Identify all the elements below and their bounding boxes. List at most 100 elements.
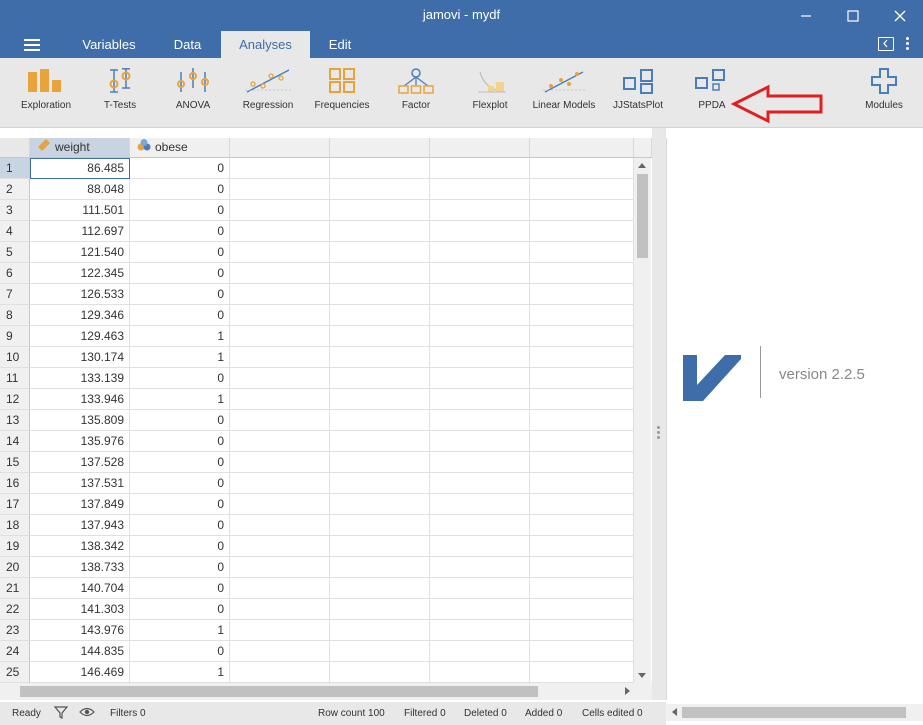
minimize-button[interactable] bbox=[783, 0, 829, 31]
cell-empty[interactable] bbox=[430, 368, 530, 389]
row-number[interactable]: 20 bbox=[0, 557, 30, 578]
row-number[interactable]: 14 bbox=[0, 431, 30, 452]
factor-button[interactable]: Factor bbox=[380, 68, 452, 124]
cell-empty[interactable] bbox=[230, 536, 330, 557]
cell-empty[interactable] bbox=[230, 620, 330, 641]
cell-obese[interactable]: 0 bbox=[130, 431, 230, 452]
linear-models-button[interactable]: Linear Models bbox=[528, 68, 600, 124]
cell-empty[interactable] bbox=[430, 473, 530, 494]
anova-button[interactable]: ANOVA bbox=[157, 68, 229, 124]
toggle-results-icon[interactable] bbox=[878, 37, 894, 51]
cell-empty[interactable] bbox=[230, 242, 330, 263]
cell-weight[interactable]: 137.531 bbox=[30, 473, 130, 494]
cell-empty[interactable] bbox=[430, 431, 530, 452]
cell-obese[interactable]: 1 bbox=[130, 620, 230, 641]
cell-empty[interactable] bbox=[330, 536, 430, 557]
cell-weight[interactable]: 122.345 bbox=[30, 263, 130, 284]
sheet-vertical-scrollbar[interactable] bbox=[634, 158, 651, 683]
cell-empty[interactable] bbox=[230, 578, 330, 599]
cell-empty[interactable] bbox=[330, 641, 430, 662]
row-number[interactable]: 12 bbox=[0, 389, 30, 410]
row-number[interactable]: 17 bbox=[0, 494, 30, 515]
cell-empty[interactable] bbox=[230, 263, 330, 284]
cell-empty[interactable] bbox=[430, 326, 530, 347]
filter-icon[interactable] bbox=[53, 705, 69, 722]
cell-weight[interactable]: 130.174 bbox=[30, 347, 130, 368]
frequencies-button[interactable]: Frequencies bbox=[306, 68, 378, 124]
cell-empty[interactable] bbox=[530, 641, 634, 662]
cell-empty[interactable] bbox=[530, 662, 634, 683]
cell-empty[interactable] bbox=[530, 158, 634, 179]
cell-obese[interactable]: 1 bbox=[130, 662, 230, 683]
cell-empty[interactable] bbox=[330, 494, 430, 515]
cell-obese[interactable]: 0 bbox=[130, 263, 230, 284]
cell-weight[interactable]: 140.704 bbox=[30, 578, 130, 599]
cell-obese[interactable]: 0 bbox=[130, 536, 230, 557]
row-number[interactable]: 8 bbox=[0, 305, 30, 326]
tab-data[interactable]: Data bbox=[160, 31, 215, 58]
more-options-icon[interactable] bbox=[906, 37, 910, 53]
tab-edit[interactable]: Edit bbox=[318, 31, 362, 58]
cell-empty[interactable] bbox=[530, 284, 634, 305]
cell-empty[interactable] bbox=[430, 200, 530, 221]
cell-weight[interactable]: 133.946 bbox=[30, 389, 130, 410]
cell-obese[interactable]: 0 bbox=[130, 641, 230, 662]
cell-empty[interactable] bbox=[230, 158, 330, 179]
cell-empty[interactable] bbox=[430, 599, 530, 620]
row-number[interactable]: 1 bbox=[0, 158, 30, 179]
tab-variables[interactable]: Variables bbox=[70, 31, 148, 58]
column-header-weight[interactable]: weight bbox=[30, 138, 130, 158]
cell-empty[interactable] bbox=[530, 620, 634, 641]
cell-weight[interactable]: 144.835 bbox=[30, 641, 130, 662]
cell-weight[interactable]: 135.809 bbox=[30, 410, 130, 431]
jjstatsplot-button[interactable]: JJStatsPlot bbox=[602, 68, 674, 124]
row-number[interactable]: 9 bbox=[0, 326, 30, 347]
cell-obese[interactable]: 0 bbox=[130, 242, 230, 263]
cell-empty[interactable] bbox=[230, 473, 330, 494]
row-number[interactable]: 13 bbox=[0, 410, 30, 431]
cell-empty[interactable] bbox=[530, 179, 634, 200]
cell-obese[interactable]: 1 bbox=[130, 389, 230, 410]
row-number[interactable]: 16 bbox=[0, 473, 30, 494]
row-number[interactable]: 4 bbox=[0, 221, 30, 242]
cell-empty[interactable] bbox=[530, 599, 634, 620]
cell-obese[interactable]: 0 bbox=[130, 452, 230, 473]
scroll-thumb[interactable] bbox=[20, 686, 538, 697]
cell-weight[interactable]: 141.303 bbox=[30, 599, 130, 620]
cell-empty[interactable] bbox=[330, 368, 430, 389]
cell-empty[interactable] bbox=[430, 578, 530, 599]
cell-empty[interactable] bbox=[430, 221, 530, 242]
cell-weight[interactable]: 137.528 bbox=[30, 452, 130, 473]
cell-empty[interactable] bbox=[430, 305, 530, 326]
cell-weight[interactable]: 126.533 bbox=[30, 284, 130, 305]
cell-empty[interactable] bbox=[230, 347, 330, 368]
t-tests-button[interactable]: T-Tests bbox=[84, 68, 156, 124]
row-number[interactable]: 24 bbox=[0, 641, 30, 662]
cell-empty[interactable] bbox=[330, 242, 430, 263]
cell-empty[interactable] bbox=[530, 557, 634, 578]
cell-empty[interactable] bbox=[330, 326, 430, 347]
cell-empty[interactable] bbox=[330, 578, 430, 599]
row-number[interactable]: 25 bbox=[0, 662, 30, 683]
cell-weight[interactable]: 137.943 bbox=[30, 515, 130, 536]
cell-empty[interactable] bbox=[330, 221, 430, 242]
row-number[interactable]: 15 bbox=[0, 452, 30, 473]
cell-obese[interactable]: 0 bbox=[130, 599, 230, 620]
cell-weight[interactable]: 138.733 bbox=[30, 557, 130, 578]
cell-empty[interactable] bbox=[530, 431, 634, 452]
cell-empty[interactable] bbox=[430, 263, 530, 284]
cell-weight[interactable]: 129.346 bbox=[30, 305, 130, 326]
splitter-grip-icon[interactable] bbox=[657, 426, 661, 441]
cell-empty[interactable] bbox=[430, 515, 530, 536]
cell-obese[interactable]: 0 bbox=[130, 410, 230, 431]
cell-empty[interactable] bbox=[330, 662, 430, 683]
cell-empty[interactable] bbox=[530, 242, 634, 263]
panel-splitter[interactable] bbox=[652, 128, 666, 700]
cell-empty[interactable] bbox=[230, 200, 330, 221]
cell-empty[interactable] bbox=[430, 158, 530, 179]
cell-empty[interactable] bbox=[330, 263, 430, 284]
cell-obese[interactable]: 0 bbox=[130, 515, 230, 536]
cell-empty[interactable] bbox=[530, 305, 634, 326]
cell-empty[interactable] bbox=[430, 494, 530, 515]
cell-empty[interactable] bbox=[230, 515, 330, 536]
